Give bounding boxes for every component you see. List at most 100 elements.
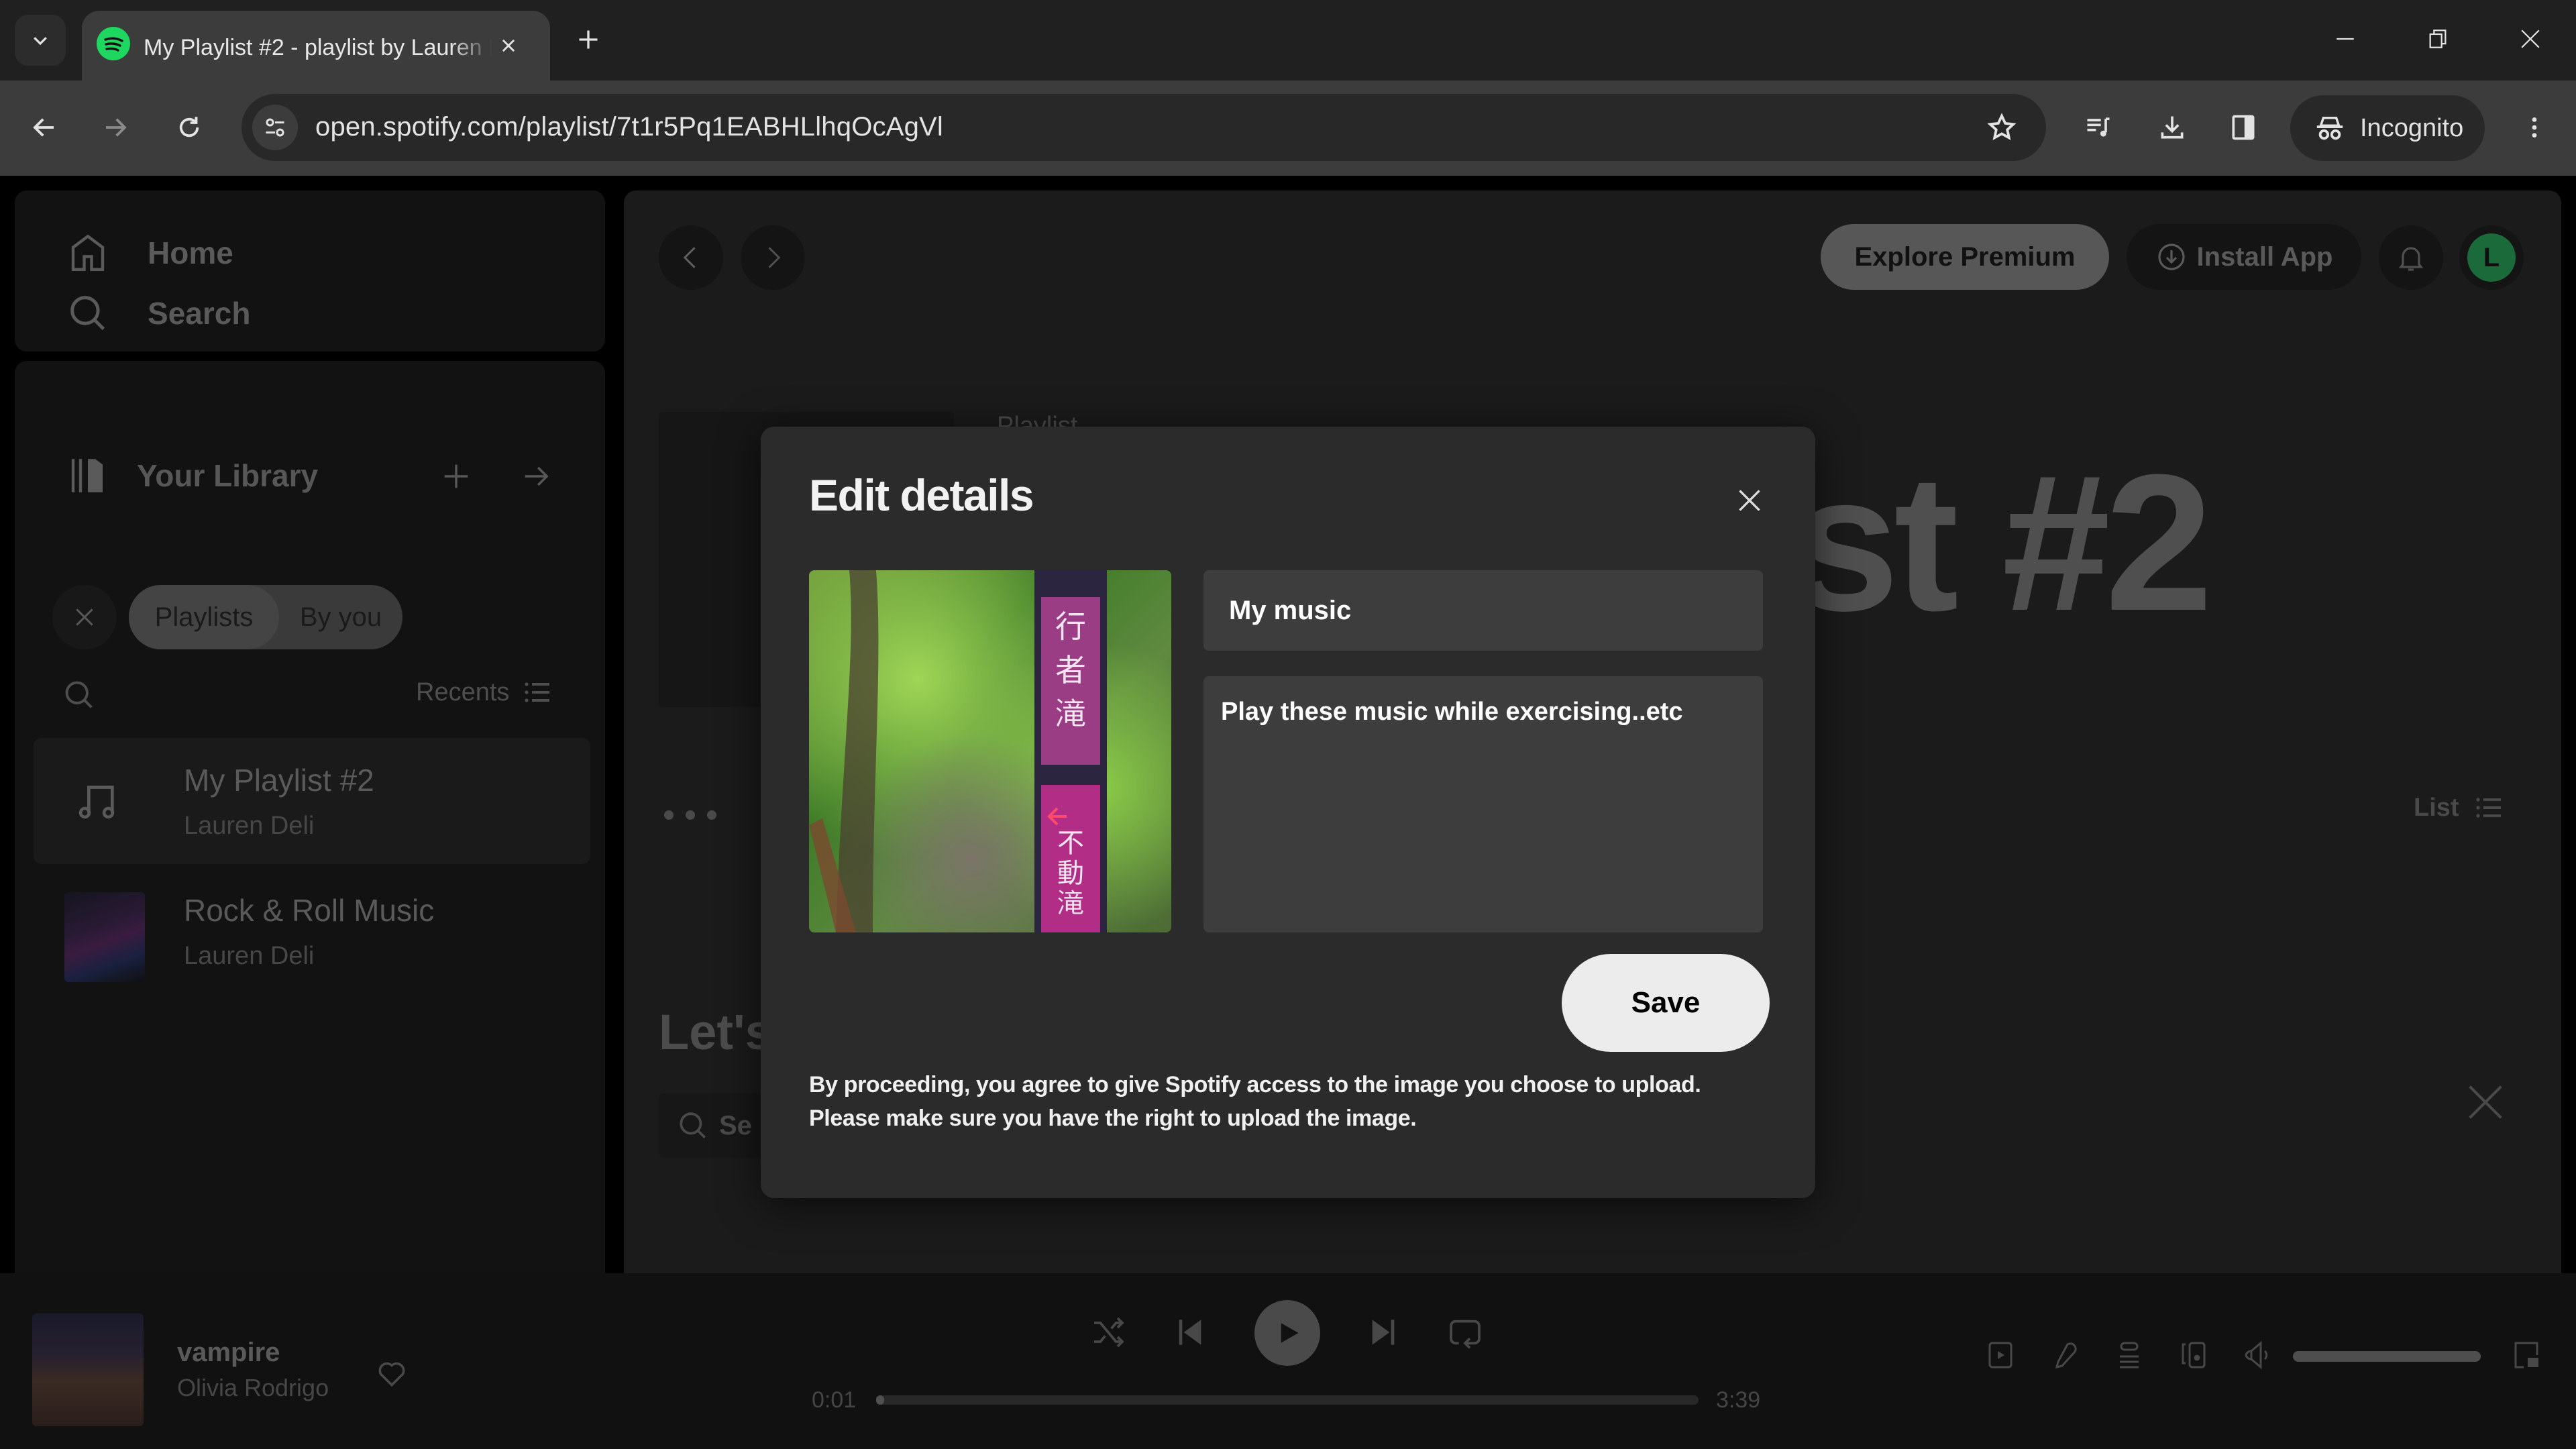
restore-icon [2429,30,2447,48]
incognito-label: Incognito [2360,113,2464,142]
miniplayer-button[interactable] [2510,1339,2545,1374]
library-item[interactable]: My Playlist #2 Lauren Deli [34,738,590,864]
back-button[interactable] [23,106,66,149]
next-button[interactable] [1364,1313,1407,1356]
url-text[interactable]: open.spotify.com/playlist/7t1r5Pq1EABHLl… [315,112,943,142]
more-vertical-icon [2532,117,2537,138]
volume-slider[interactable] [2293,1351,2481,1362]
filter-chip-group: Playlists By you [129,585,402,649]
more-options-button[interactable] [664,810,716,820]
progress-bar[interactable] [876,1395,1699,1405]
lyrics-button[interactable] [2049,1339,2084,1374]
media-controls-button[interactable] [2077,106,2120,149]
search-icon [680,1112,706,1139]
forward-nav-button[interactable] [741,225,805,290]
repeat-button[interactable] [1446,1313,1489,1356]
view-mode-button[interactable]: List [2414,792,2505,824]
search-placeholder: Se [719,1110,752,1140]
site-info-button[interactable] [252,105,298,150]
search-icon [65,681,93,708]
queue-music-icon [2087,117,2110,137]
music-note-icon [78,786,115,819]
edit-details-dialog: Edit details 行 者 滝 不 動 滝 My music Play t… [761,427,1815,1198]
shuffle-icon [1094,1317,1124,1348]
sidebar-item-search[interactable]: Search [66,291,250,335]
list-icon [525,682,550,702]
library-search-button[interactable] [62,678,97,712]
browser-toolbar: open.spotify.com/playlist/7t1r5Pq1EABHLl… [0,80,2576,176]
create-playlist-button[interactable] [439,459,474,494]
library-item-subtitle: Lauren Deli [184,942,315,970]
shuffle-button[interactable] [1089,1313,1132,1356]
like-button[interactable] [373,1354,411,1391]
now-playing-artist[interactable]: Olivia Rodrigo [177,1374,329,1402]
window-close-button[interactable] [2510,19,2551,59]
restore-button[interactable] [2418,19,2458,59]
explore-premium-button[interactable]: Explore Premium [1821,224,2109,290]
list-icon [2475,798,2501,818]
svg-text:滝: 滝 [1057,888,1084,919]
section-heading: Let's [659,1004,773,1060]
queue-button[interactable] [2113,1339,2148,1374]
user-menu-button[interactable]: L [2459,225,2524,290]
close-icon [2469,1085,2502,1119]
filter-chip-playlists[interactable]: Playlists [129,585,279,649]
back-nav-button[interactable] [659,225,723,290]
filter-chip-by-you[interactable]: By you [279,585,402,649]
playlist-cover-image [64,892,145,982]
volume-fill [2293,1351,2481,1362]
arrow-left-icon [33,118,54,137]
notifications-button[interactable] [2379,225,2443,290]
playlist-cover-upload[interactable]: 行 者 滝 不 動 滝 [809,570,1171,932]
disclaimer-line: By proceeding, you agree to give Spotify… [809,1072,1701,1097]
close-icon [76,608,93,626]
page-title[interactable]: st #2 [1791,445,2213,640]
library-item[interactable]: Rock & Roll Music Lauren Deli [34,868,590,994]
library-panel: Your Library Playlists By you Recents My… [15,361,605,1354]
install-app-button[interactable]: Install App [2127,224,2361,290]
play-button[interactable] [1254,1300,1320,1366]
now-playing-view-icon [1988,1342,2012,1368]
close-recommendations-button[interactable] [2462,1079,2509,1126]
save-button[interactable]: Save [1562,954,1770,1052]
previous-button[interactable] [1171,1313,1214,1356]
bell-icon [2398,247,2424,271]
tab-close-button[interactable] [495,32,522,59]
side-panel-button[interactable] [2222,106,2265,149]
now-playing-cover[interactable] [32,1313,144,1426]
address-bar[interactable]: open.spotify.com/playlist/7t1r5Pq1EABHLl… [241,94,2046,161]
now-playing-title[interactable]: vampire [177,1338,280,1368]
expand-library-button[interactable] [519,459,554,494]
repeat-icon [1450,1320,1481,1349]
library-header-button[interactable]: Your Library [66,453,318,498]
downloads-button[interactable] [2151,106,2194,149]
svg-text:行: 行 [1055,608,1086,645]
forward-button[interactable] [94,106,137,149]
skip-forward-icon [1372,1320,1395,1345]
microphone-icon [2055,1342,2077,1369]
dialog-close-button[interactable] [1731,482,1768,519]
browser-menu-button[interactable] [2513,106,2556,149]
incognito-indicator[interactable]: Incognito [2290,95,2485,161]
clear-filter-button[interactable] [52,585,117,649]
connect-device-button[interactable] [2178,1339,2212,1374]
now-playing-view-button[interactable] [1984,1339,2019,1374]
playlist-name-input[interactable] [1203,570,1763,651]
tab-title: My Playlist #2 - playlist by Lauren Deli [144,35,492,60]
svg-text:滝: 滝 [1055,696,1086,732]
minimize-button[interactable] [2325,19,2365,59]
new-tab-button[interactable] [572,23,605,56]
volume-icon [2245,1340,2268,1370]
bookmark-button[interactable] [1984,110,2019,145]
spotify-favicon-icon [97,27,130,60]
queue-icon [2120,1342,2139,1368]
browser-tab-active[interactable]: My Playlist #2 - playlist by Lauren Deli [82,11,550,83]
playlist-description-input[interactable]: Play these music while exercising..etc [1203,676,1763,932]
chevron-right-icon [768,247,781,268]
tab-search-button[interactable] [15,15,66,66]
view-mode-label: List [2414,793,2459,822]
sidebar-item-home[interactable]: Home [66,231,233,275]
reload-button[interactable] [168,106,211,149]
sort-button[interactable]: Recents [416,676,553,708]
mute-button[interactable] [2242,1339,2277,1374]
